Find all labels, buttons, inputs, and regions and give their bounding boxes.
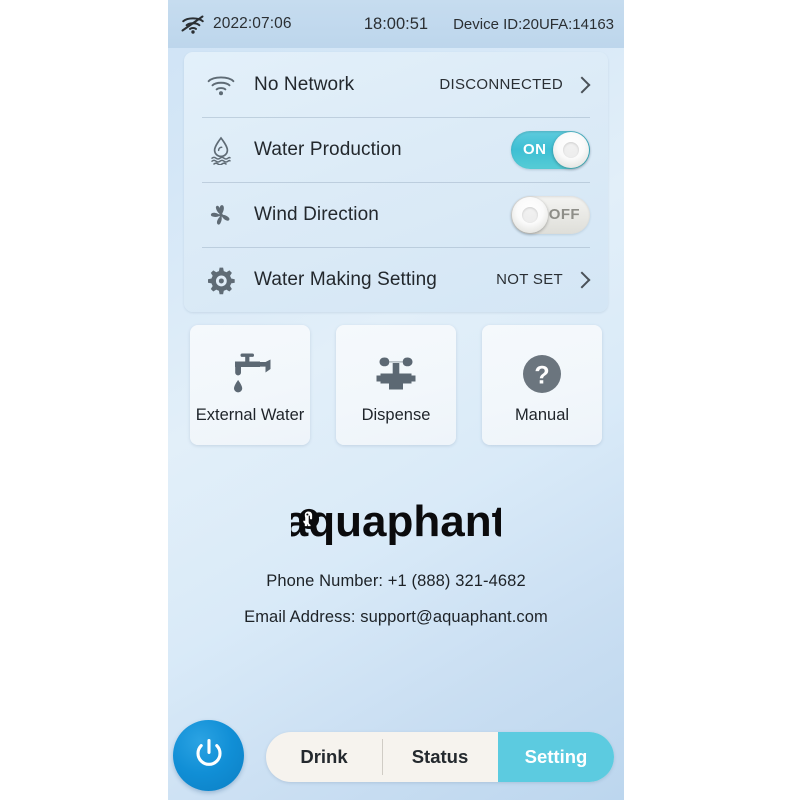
external-water-label: External Water (195, 405, 305, 424)
settings-row-value-group: DISCONNECTED (439, 76, 591, 93)
dispense-label: Dispense (361, 405, 431, 424)
settings-row-wind-direction[interactable]: Wind Direction OFF (184, 182, 608, 247)
chevron-right-icon (573, 271, 591, 288)
power-button[interactable] (173, 720, 244, 791)
external-water-card[interactable]: External Water (190, 325, 310, 445)
manual-card[interactable]: ? Manual (482, 325, 602, 445)
settings-row-water-making[interactable]: Water Making Setting NOT SET (184, 247, 608, 312)
settings-row-network[interactable]: No Network DISCONNECTED (184, 52, 608, 117)
svg-text:?: ? (534, 361, 549, 389)
brand-logo: aquaphant (168, 496, 624, 553)
toggle-knob[interactable] (553, 131, 589, 168)
dispense-card[interactable]: Dispense (336, 325, 456, 445)
manual-label: Manual (514, 405, 570, 424)
tab-status-label: Status (411, 746, 469, 767)
tab-status[interactable]: Status (382, 732, 498, 782)
wifi-icon (204, 68, 238, 102)
toggle-state-label: ON (523, 140, 547, 158)
action-card-row: External Water Dispense ? Manual (190, 325, 602, 445)
wind-direction-toggle[interactable]: OFF (511, 195, 590, 234)
settings-row-label: Wind Direction (254, 203, 379, 225)
settings-row-label: Water Making Setting (254, 268, 437, 290)
settings-panel: No Network DISCONNECTED Water Production… (184, 52, 608, 312)
status-bar: 2022:07:06 18:00:51 Device ID:20UFA:1416… (168, 0, 624, 48)
status-date: 2022:07:06 (213, 15, 292, 32)
device-screen: 2022:07:06 18:00:51 Device ID:20UFA:1416… (168, 0, 624, 800)
bottom-tab-bar: Drink Status Setting (266, 732, 614, 782)
settings-row-value-group: OFF (511, 195, 590, 234)
device-id: Device ID:20UFA:14163 (453, 15, 614, 33)
tab-setting[interactable]: Setting (498, 732, 614, 782)
tab-drink[interactable]: Drink (266, 732, 382, 782)
chevron-right-icon (573, 76, 591, 93)
elephant-icon (298, 508, 320, 530)
power-icon (191, 735, 227, 776)
settings-row-value-group: NOT SET (496, 271, 591, 288)
settings-row-label: No Network (254, 73, 355, 95)
water-production-toggle[interactable]: ON (511, 130, 590, 169)
water-drop-waves-icon (204, 133, 238, 167)
logo-wordmark: aquaphant (291, 497, 501, 546)
settings-row-label: Water Production (254, 138, 402, 160)
tab-drink-label: Drink (300, 746, 348, 767)
aquaphant-logo: aquaphant (291, 496, 501, 548)
water-making-status-text: NOT SET (496, 271, 563, 288)
toggle-knob[interactable] (512, 196, 548, 233)
settings-row-water-production[interactable]: Water Production ON (184, 117, 608, 182)
faucet-drip-icon (224, 346, 276, 402)
wifi-off-icon (180, 14, 206, 34)
settings-row-value-group: ON (511, 130, 590, 169)
tab-setting-label: Setting (524, 746, 588, 767)
contact-info: Phone Number: +1 (888) 321-4682 Email Ad… (168, 572, 624, 644)
email-address: Email Address: support@aquaphant.com (244, 608, 548, 626)
fan-icon (204, 198, 238, 232)
valve-tap-icon (372, 346, 420, 402)
toggle-state-label: OFF (548, 205, 580, 223)
question-circle-icon: ? (520, 346, 564, 402)
phone-number: Phone Number: +1 (888) 321-4682 (266, 572, 526, 590)
gear-icon (204, 263, 238, 297)
network-status-text: DISCONNECTED (439, 76, 563, 93)
